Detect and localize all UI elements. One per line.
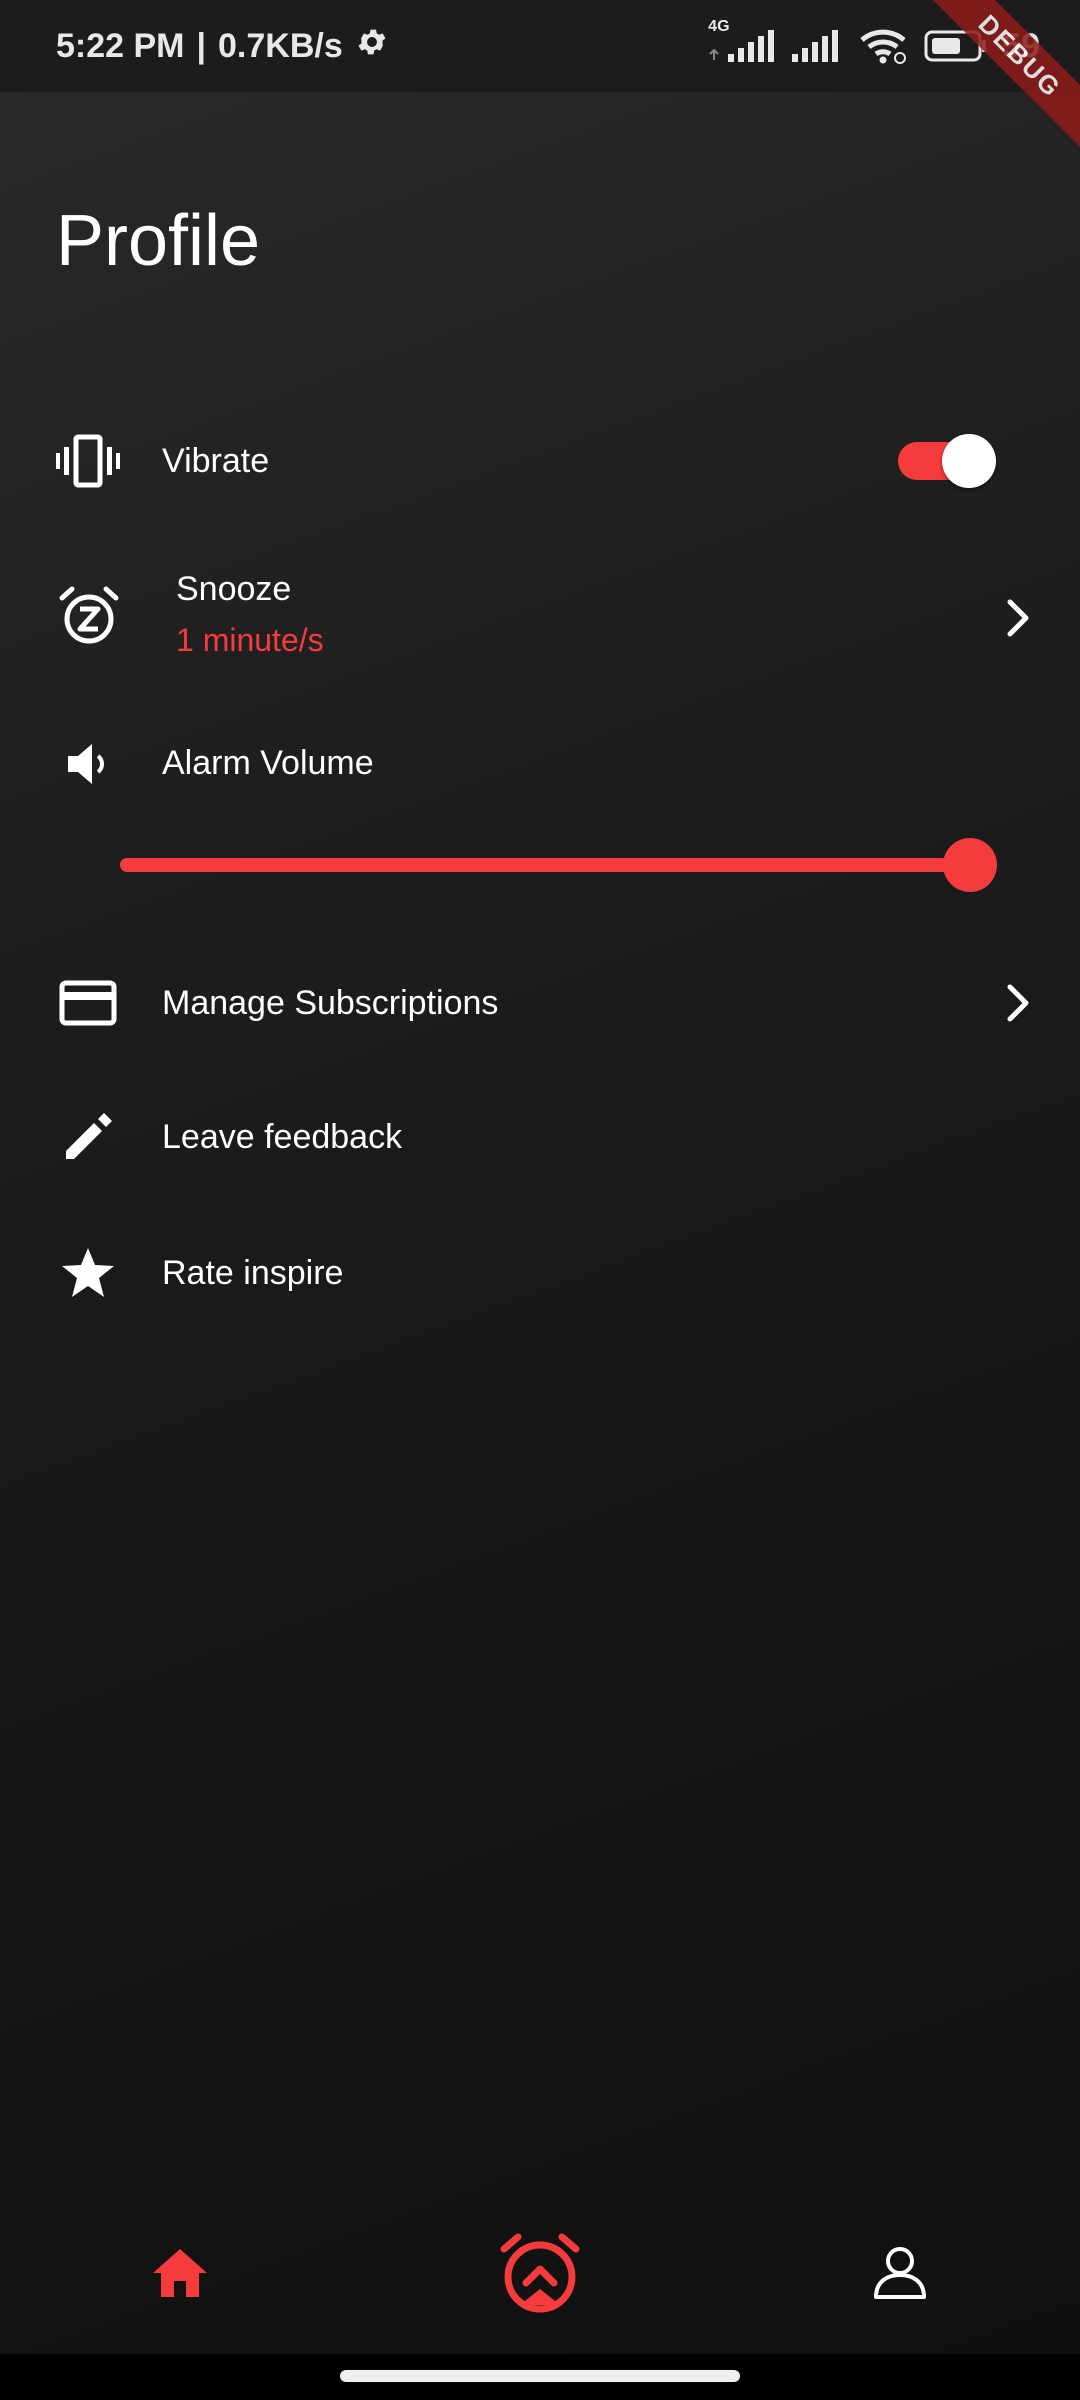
vibrate-toggle[interactable] bbox=[898, 434, 998, 488]
snooze-setting-row[interactable]: Snooze 1 minute/s bbox=[0, 556, 1080, 686]
chevron-right-icon bbox=[996, 981, 1040, 1025]
nav-home[interactable] bbox=[120, 2210, 240, 2340]
manage-subscriptions-label: Manage Subscriptions bbox=[162, 984, 499, 1022]
nav-profile[interactable] bbox=[840, 2210, 960, 2340]
rate-app-label: Rate inspire bbox=[162, 1254, 344, 1292]
snooze-label: Snooze bbox=[176, 570, 292, 608]
toggle-thumb bbox=[942, 434, 996, 488]
slider-thumb[interactable] bbox=[943, 838, 997, 892]
leave-feedback-label: Leave feedback bbox=[162, 1118, 403, 1156]
home-indicator[interactable] bbox=[340, 2370, 740, 2382]
home-icon bbox=[151, 2247, 209, 2304]
alarm-volume-row: Alarm Volume bbox=[0, 732, 1080, 796]
signal-icon bbox=[790, 26, 844, 66]
leave-feedback-row[interactable]: Leave feedback bbox=[0, 1104, 1080, 1170]
volume-icon bbox=[56, 732, 120, 796]
wifi-icon bbox=[858, 26, 910, 66]
status-bar: 5:22 PM | 0.7KB/s 4G bbox=[0, 0, 1080, 92]
alarm-icon bbox=[498, 2231, 582, 2320]
alarm-volume-slider[interactable] bbox=[120, 836, 997, 892]
nav-alarm[interactable] bbox=[480, 2210, 600, 2340]
vibrate-setting-row[interactable]: Vibrate bbox=[0, 428, 1080, 494]
vibrate-label: Vibrate bbox=[162, 442, 270, 480]
network-type-label: 4G bbox=[708, 18, 730, 35]
app-screen: 5:22 PM | 0.7KB/s 4G DEBUG Profile Vibra… bbox=[0, 0, 1080, 2400]
status-time: 5:22 PM bbox=[56, 26, 185, 65]
page-title: Profile bbox=[56, 201, 261, 281]
profile-icon bbox=[872, 2245, 928, 2306]
chevron-right-icon bbox=[996, 596, 1040, 640]
signal-4g-icon: 4G bbox=[706, 18, 776, 66]
snooze-alarm-icon bbox=[58, 584, 120, 651]
settings-gear-icon bbox=[355, 25, 389, 68]
manage-subscriptions-row[interactable]: Manage Subscriptions bbox=[0, 970, 1080, 1036]
snooze-value: 1 minute/s bbox=[176, 622, 324, 658]
rate-app-row[interactable]: Rate inspire bbox=[0, 1240, 1080, 1306]
credit-card-icon bbox=[56, 971, 120, 1035]
star-icon bbox=[56, 1241, 120, 1305]
status-speed: 0.7KB/s bbox=[218, 26, 343, 65]
status-separator: | bbox=[196, 26, 207, 65]
alarm-volume-label: Alarm Volume bbox=[162, 744, 374, 782]
pencil-icon bbox=[56, 1105, 120, 1169]
bottom-navigation bbox=[0, 2210, 1080, 2350]
slider-active-track bbox=[120, 858, 970, 872]
vibration-icon bbox=[56, 429, 120, 493]
